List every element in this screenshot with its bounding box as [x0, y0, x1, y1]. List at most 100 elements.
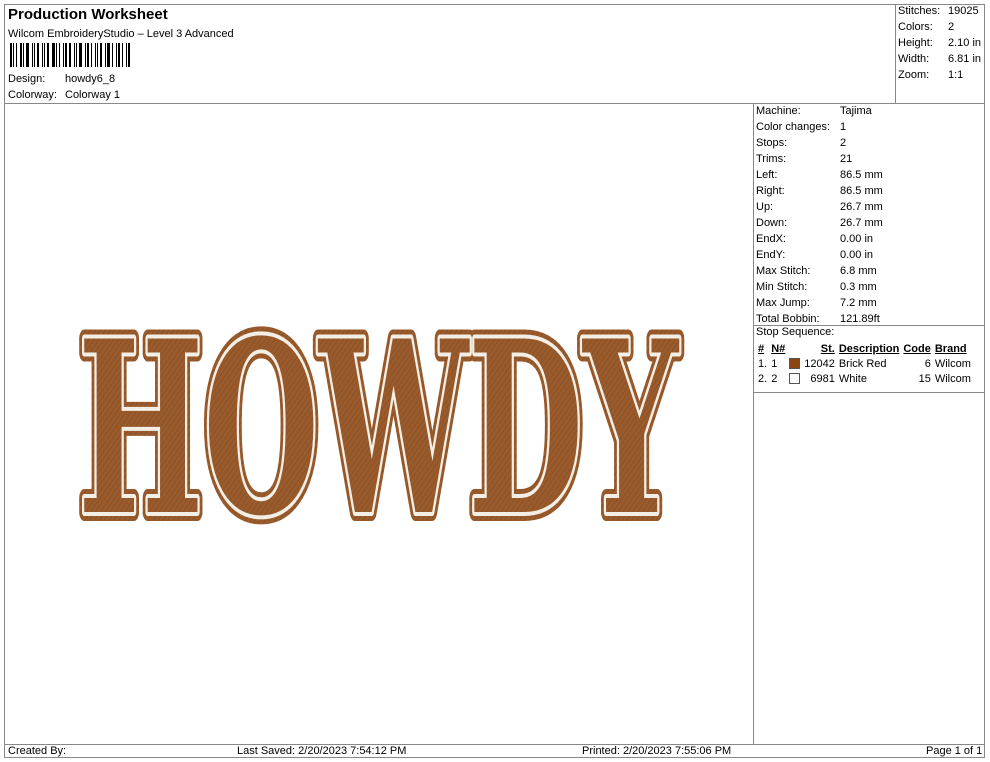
barcode-bar	[87, 43, 89, 67]
col-swatch	[787, 341, 802, 356]
barcode-bar	[52, 43, 55, 67]
summary-divider	[895, 4, 896, 104]
col-description: Description	[838, 342, 900, 355]
page-title: Production Worksheet	[8, 6, 168, 23]
header-divider	[4, 103, 985, 104]
design-row: Design: howdy6_8	[8, 73, 208, 87]
summary-value: 2.10 in	[948, 37, 982, 49]
detail-label: Down:	[756, 217, 788, 229]
detail-value: 86.5 mm	[840, 169, 883, 181]
detail-label: EndY:	[756, 249, 786, 261]
barcode-bar	[37, 43, 39, 67]
detail-label: EndX:	[756, 233, 786, 245]
barcode-bar	[26, 43, 29, 67]
machine-details: Machine: Tajima Color changes: 1 Stops: 2 T…	[756, 105, 984, 335]
printed-date: Printed: 2/20/2023 7:55:06 PM	[582, 745, 732, 757]
page-number: Page 1 of 1	[926, 745, 983, 757]
barcode-bar	[16, 43, 17, 67]
col-brand: Brand	[934, 342, 967, 355]
barcode-bar	[126, 43, 127, 67]
footer-divider	[4, 744, 985, 745]
barcode-bar	[122, 43, 123, 67]
barcode-bar	[47, 43, 49, 67]
barcode-bar	[107, 43, 110, 67]
row-description: Brick Red	[838, 357, 887, 370]
detail-label: Color changes:	[756, 121, 830, 133]
summary-value: 6.81 in	[948, 53, 982, 65]
barcode-bar	[65, 43, 67, 67]
stop-sequence-table: # N# St. Description Code Brand 1. 1 120…	[756, 341, 973, 386]
row-needle: 2	[771, 372, 778, 385]
row-stitches: 6981	[810, 372, 835, 385]
barcode-bar	[74, 43, 75, 67]
row-description: White	[838, 372, 867, 385]
barcode-bar	[56, 43, 57, 67]
table-row: 2. 2 6981 White 15 Wilcom	[756, 371, 973, 386]
row-code: 6	[924, 357, 931, 370]
barcode-bar	[128, 43, 130, 67]
detail-label: Max Jump:	[756, 297, 810, 309]
stop-sequence-title: Stop Sequence:	[756, 326, 835, 338]
detail-label: Machine:	[756, 105, 801, 117]
software-name: Wilcom EmbroideryStudio – Level 3 Advanc…	[8, 28, 234, 40]
summary-stats: Stitches: 19025 Colors: 2 Height: 2.10 in W…	[898, 5, 986, 95]
color-swatch	[789, 358, 801, 370]
barcode-bar	[95, 43, 96, 67]
row-stitches: 12042	[804, 357, 835, 370]
summary-value: 1:1	[948, 69, 964, 81]
barcode-bar	[118, 43, 120, 67]
barcode-bar	[100, 43, 102, 67]
barcode-bar	[116, 43, 117, 67]
detail-value: 86.5 mm	[840, 185, 883, 197]
detail-value: 21	[840, 153, 853, 165]
row-brand: Wilcom	[934, 372, 971, 385]
design-value: howdy6_8	[65, 73, 116, 85]
barcode-bar	[44, 43, 45, 67]
barcode-bar	[34, 43, 35, 67]
detail-value: 7.2 mm	[840, 297, 877, 309]
col-needle: N#	[771, 342, 786, 355]
detail-value: 26.7 mm	[840, 201, 883, 213]
design-text-fill: HOWDY	[78, 318, 680, 533]
barcode-bar	[23, 43, 24, 67]
detail-value: 0.00 in	[840, 249, 874, 261]
detail-value: Tajima	[840, 105, 872, 117]
row-code: 15	[918, 372, 931, 385]
detail-value: 6.8 mm	[840, 265, 877, 277]
detail-label: Total Bobbin:	[756, 313, 820, 325]
summary-label: Width:	[898, 53, 930, 65]
detail-value: 0.00 in	[840, 233, 874, 245]
barcode-bar	[91, 43, 92, 67]
row-brand: Wilcom	[934, 357, 971, 370]
barcode-bar	[79, 43, 82, 67]
col-stitches: St.	[820, 342, 835, 355]
barcode-bar	[10, 43, 12, 67]
embroidery-design-preview: HOWDY HOWDY HOWDY	[69, 318, 689, 533]
barcode-bar	[59, 43, 60, 67]
details-bottom-divider	[753, 392, 985, 393]
details-divider	[753, 103, 754, 745]
last-saved: Last Saved: 2/20/2023 7:54:12 PM	[237, 745, 407, 757]
stop-sequence-header-row: # N# St. Description Code Brand	[756, 341, 973, 356]
summary-label: Zoom:	[898, 69, 930, 81]
color-swatch	[789, 373, 801, 385]
col-code: Code	[903, 342, 931, 355]
detail-value: 121.89ft	[840, 313, 880, 325]
barcode	[10, 43, 132, 67]
detail-label: Right:	[756, 185, 785, 197]
detail-value: 2	[840, 137, 847, 149]
detail-label: Stops:	[756, 137, 788, 149]
detail-value: 1	[840, 121, 847, 133]
col-number: #	[758, 342, 765, 355]
barcode-bar	[63, 43, 64, 67]
barcode-bar	[69, 43, 71, 67]
detail-value: 26.7 mm	[840, 217, 883, 229]
detail-value: 0.3 mm	[840, 281, 877, 293]
row-needle: 1	[771, 357, 778, 370]
colorway-value: Colorway 1	[65, 89, 121, 101]
row-swatch	[787, 356, 802, 371]
row-number: 1.	[758, 357, 768, 370]
detail-label: Trims:	[756, 153, 787, 165]
detail-label: Up:	[756, 201, 774, 213]
summary-label: Stitches:	[898, 5, 941, 17]
